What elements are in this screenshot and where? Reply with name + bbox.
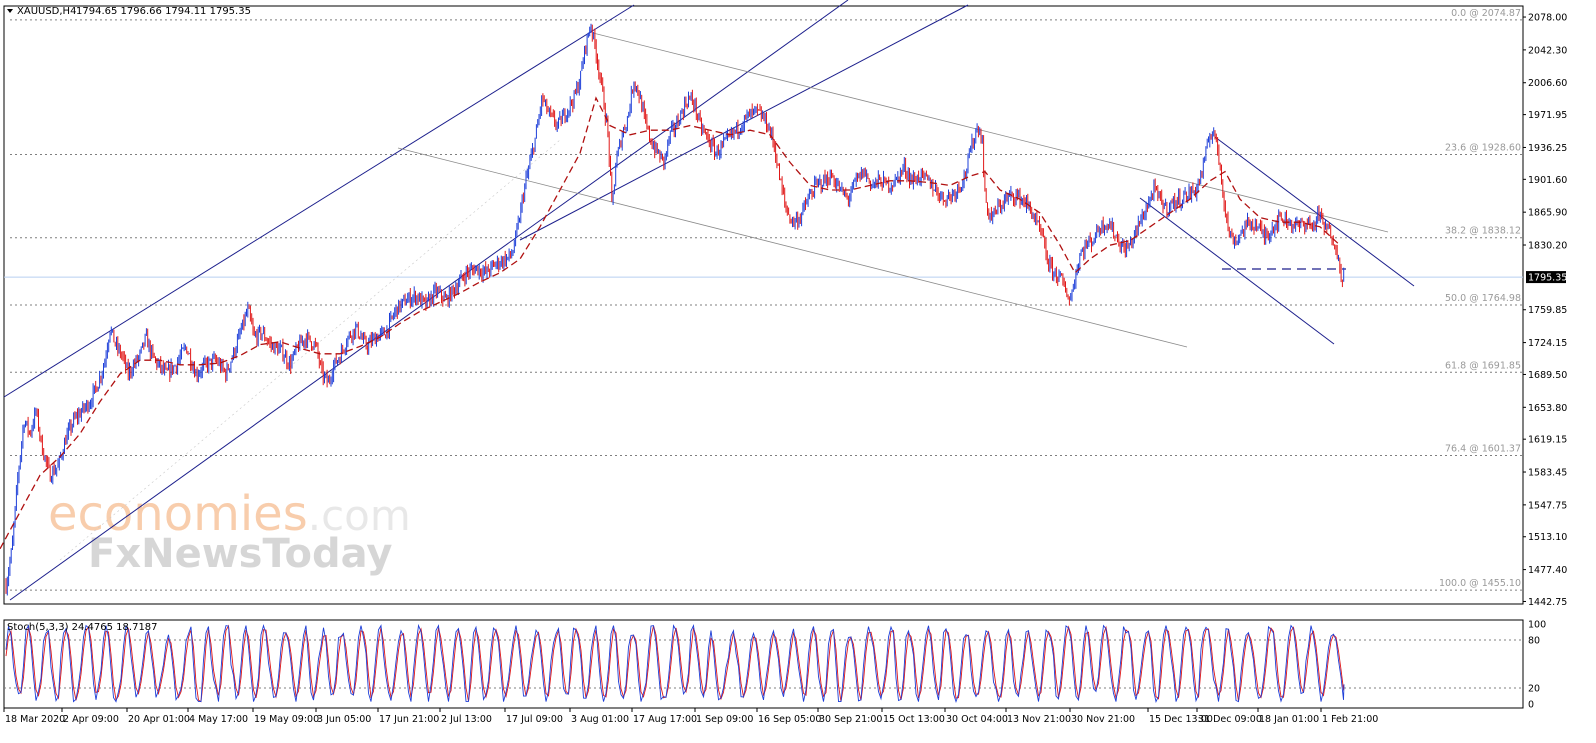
price-tick-label: 2006.60 <box>1528 78 1567 89</box>
price-tick-label: 2042.30 <box>1528 45 1567 56</box>
price-tick-label: 1759.85 <box>1528 305 1567 316</box>
current-price-label: 1795.35 <box>1528 273 1567 284</box>
price-tick-label: 1619.15 <box>1528 435 1567 446</box>
price-tick-label: 1583.45 <box>1528 468 1567 479</box>
stochastic-oscillator: 100 80 20 0 <box>4 620 1546 711</box>
fib-label: 23.6 @ 1928.60 <box>1445 142 1521 153</box>
trendline <box>397 147 1188 348</box>
chart-canvas[interactable]: economies.com FxNewsToday 0.0 @ 2074.872… <box>0 0 1596 743</box>
stoch-tick-label: 0 <box>1528 700 1534 711</box>
time-tick-label: 13 Nov 21:00 <box>1007 714 1071 725</box>
ma-line <box>0 96 1341 550</box>
time-tick-label: 20 Apr 01:00 <box>128 714 190 725</box>
price-tick-label: 1901.60 <box>1528 175 1567 186</box>
watermark: economies.com FxNewsToday <box>48 486 411 577</box>
price-tick-label: 1513.10 <box>1528 532 1567 543</box>
time-tick-label: 18 Jan 01:00 <box>1259 714 1319 725</box>
time-tick-label: 30 Sep 21:00 <box>819 714 882 725</box>
price-tick-label: 1653.80 <box>1528 403 1567 414</box>
time-tick-label: 31 Dec 09:00 <box>1198 714 1262 725</box>
time-tick-label: 17 Jul 09:00 <box>506 714 563 725</box>
time-tick-label: 19 May 09:00 <box>254 714 319 725</box>
ohlc-values: 1794.65 1796.66 1794.11 1795.35 <box>76 6 251 17</box>
time-tick-label: 17 Jun 21:00 <box>379 714 439 725</box>
price-tick-label: 1724.15 <box>1528 338 1567 349</box>
trendline <box>592 32 1389 233</box>
trendline <box>1139 197 1335 345</box>
chart-header: XAUUSD,H4 1794.65 1796.66 1794.11 1795.3… <box>7 6 251 17</box>
stoch-signal-line <box>5 624 1345 703</box>
time-tick-label: 2 Apr 09:00 <box>63 714 119 725</box>
symbol-label: XAUUSD,H4 <box>17 6 76 17</box>
stochastic-label: Stoch(5,3,3) 24.4765 18.7187 <box>7 622 158 633</box>
price-tick-label: 1830.20 <box>1528 241 1567 252</box>
watermark-line2: FxNewsToday <box>88 531 392 577</box>
price-tick-label: 1689.50 <box>1528 370 1567 381</box>
chart-window: economies.com FxNewsToday 0.0 @ 2074.87 2… <box>0 0 1596 743</box>
price-tick-label: 1971.95 <box>1528 110 1567 121</box>
fib-label: 61.8 @ 1691.85 <box>1445 360 1521 371</box>
price-tick-label: 1442.75 <box>1528 597 1567 608</box>
time-tick-label: 18 Mar 2020 <box>5 714 65 725</box>
stoch-tick-label: 20 <box>1528 684 1540 695</box>
price-tick-label: 1865.90 <box>1528 208 1567 219</box>
fib-label: 100.0 @ 1455.10 <box>1439 578 1521 589</box>
moving-average <box>0 96 1341 550</box>
price-tick-label: 2078.00 <box>1528 13 1567 24</box>
time-tick-label: 16 Sep 05:00 <box>758 714 821 725</box>
time-tick-label: 30 Nov 21:00 <box>1071 714 1135 725</box>
time-tick-label: 17 Aug 17:00 <box>633 714 697 725</box>
trendline <box>3 4 635 398</box>
price-axis: 2078.00 2042.30 2006.60 1971.95 1936.25 1901.… <box>1523 13 1567 608</box>
time-tick-label: 3 Jun 05:00 <box>317 714 371 725</box>
fib-label: 76.4 @ 1601.37 <box>1445 444 1521 455</box>
stoch-tick-label: 100 <box>1528 620 1546 631</box>
time-tick-label: 4 May 17:00 <box>189 714 248 725</box>
time-axis: 18 Mar 20202 Apr 09:00 20 Apr 01:00 4 May … <box>3 708 1378 725</box>
time-tick-label: 2 Jul 13:00 <box>441 714 492 725</box>
trendline <box>1214 136 1415 287</box>
time-tick-label: 3 Aug 01:00 <box>571 714 629 725</box>
time-tick-label: 1 Feb 21:00 <box>1322 714 1378 725</box>
time-tick-label: 15 Oct 13:00 <box>883 714 945 725</box>
fib-label: 38.2 @ 1838.12 <box>1445 226 1521 237</box>
fib-label: 50.0 @ 1764.98 <box>1445 293 1521 304</box>
fib-label: 0.0 @ 2074.87 <box>1451 8 1521 19</box>
time-tick-label: 30 Oct 04:00 <box>946 714 1008 725</box>
dropdown-triangle-icon[interactable] <box>7 9 13 13</box>
price-tick-label: 1477.40 <box>1528 565 1567 576</box>
time-tick-label: 1 Sep 09:00 <box>696 714 753 725</box>
stoch-tick-label: 80 <box>1528 636 1540 647</box>
stoch-main-line <box>5 623 1345 704</box>
price-tick-label: 1547.75 <box>1528 500 1567 511</box>
price-tick-label: 1936.25 <box>1528 143 1567 154</box>
